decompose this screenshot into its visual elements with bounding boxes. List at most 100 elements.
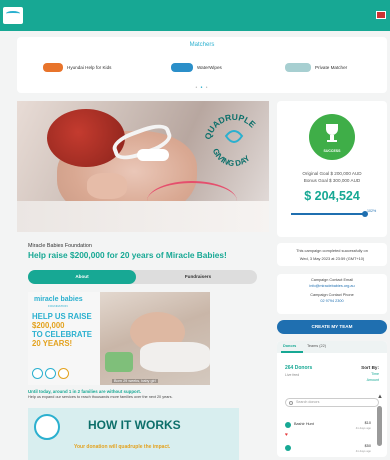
campaign-ended-card: This campaign completed successfully on …	[277, 243, 387, 266]
photo-caption: Born 29 weeks, baby girl	[112, 379, 158, 383]
donor-avatar	[285, 445, 291, 451]
badge-top-text: QUADRUPLE	[202, 112, 257, 141]
heart-icon: ♥	[285, 432, 288, 438]
carousel-dots[interactable]: • • •	[17, 85, 387, 91]
donor-row[interactable]: $50 41 days ago	[285, 444, 379, 454]
sort-time[interactable]: Time	[371, 372, 379, 376]
bonus-goal: Bonus Goal $ 300,000 AUD	[303, 178, 361, 183]
donor-tabs: Donors Teams (22)	[277, 341, 387, 353]
promo-badges	[32, 368, 69, 379]
campaign-title: Help raise $200,000 for 20 years of Mira…	[28, 250, 227, 260]
sponsor-name: Private Matcher	[315, 65, 348, 70]
contact-phone-label: Campaign Contact Phone	[310, 293, 354, 297]
donor-amount: $50	[364, 444, 371, 448]
how-it-works-subtitle: Your donation will quadruple the impact.	[74, 444, 171, 450]
how-it-works-title: HOW IT WORKS	[88, 418, 181, 432]
how-it-works-banner: HOW IT WORKS Your donation will quadrupl…	[28, 408, 239, 460]
story-line: Help us expand our services to reach tho…	[28, 395, 173, 399]
success-label: SUCCESS	[323, 149, 341, 153]
original-goal: Original Goal $ 200,000 AUD	[302, 171, 362, 176]
heart-logo-icon	[34, 414, 60, 440]
sponsor-name: WaterWipes	[197, 65, 222, 70]
tab-teams[interactable]: Teams (22)	[307, 344, 326, 348]
site-logo[interactable]	[3, 7, 23, 24]
donors-panel: Donors Teams (22) 264 Donors Live feed S…	[277, 341, 387, 457]
miracle-babies-logo: miracle babies	[34, 296, 83, 303]
scroll-up-icon[interactable]: ▲	[377, 394, 383, 400]
story-stat: Until today, around 1 in 2 families are …	[28, 389, 142, 394]
promo-headline: HELP US RAISE $200,000 TO CELEBRATE 20 Y…	[32, 312, 102, 348]
live-feed-label: Live feed	[285, 373, 300, 377]
promo-line: HELP US RAISE	[32, 312, 92, 321]
donor-search-input[interactable]: Search donors	[285, 398, 379, 407]
photo-object	[105, 352, 133, 372]
contact-card: Campaign Contact Email info@miraclebabie…	[277, 274, 387, 314]
progress-percent: 102%	[367, 209, 377, 213]
ended-line-2: Wed, 3 May 2023 at 23:59 (GMT+10)	[299, 256, 365, 261]
quadruple-giving-day-badge: QUADRUPLE GIVING DAY	[200, 104, 268, 172]
create-team-button[interactable]: CREATE MY TEAM	[277, 320, 387, 334]
campaign-tabs: About Fundraisers	[28, 270, 257, 284]
sponsor-name: Hyundai Help for Kids	[67, 65, 112, 70]
matchers-panel: Matchers Hyundai Help for Kids WaterWipe…	[17, 37, 387, 93]
amount-raised: $ 204,524	[304, 189, 360, 203]
sponsor-waterwipes[interactable]: WaterWipes	[171, 63, 222, 72]
promo-text-panel: miracle babies FOUNDATION HELP US RAISE …	[28, 292, 100, 385]
logo-mark-icon	[6, 11, 20, 16]
hero-hand	[87, 173, 127, 199]
contact-email[interactable]: info@miraclebabies.org.au	[277, 284, 387, 288]
waterwipes-logo-icon	[171, 63, 193, 72]
contact-email-label: Campaign Contact Email	[311, 278, 353, 282]
donor-time: 41 days ago	[355, 449, 371, 453]
trophy-icon	[326, 124, 338, 135]
private-matcher-logo-icon	[285, 63, 311, 72]
active-tab-underline	[281, 351, 303, 353]
badge-icon	[32, 368, 43, 379]
badge-icon	[45, 368, 56, 379]
photo-blanket	[140, 342, 210, 372]
donor-avatar	[285, 422, 291, 428]
donor-name: Bashir Hunt	[294, 422, 314, 426]
uk-flag-icon[interactable]	[376, 11, 386, 19]
tab-fundraisers[interactable]: Fundraisers	[168, 270, 228, 284]
hyundai-logo-icon	[43, 63, 63, 72]
svg-text:GIVING DAY: GIVING DAY	[211, 147, 252, 168]
donor-scrollbar[interactable]: ▲	[376, 394, 383, 457]
badge-arc: QUADRUPLE GIVING DAY	[202, 112, 257, 168]
contact-phone[interactable]: 02 9794 2300	[277, 299, 387, 303]
sort-by-label: Sort By:	[361, 365, 379, 370]
sponsor-private-matcher[interactable]: Private Matcher	[285, 63, 347, 72]
top-nav-bar	[0, 0, 390, 31]
trophy-base	[327, 140, 337, 142]
heart-logo-icon	[224, 130, 244, 143]
matchers-title: Matchers	[189, 42, 215, 48]
sponsor-hyundai[interactable]: Hyundai Help for Kids	[43, 63, 111, 72]
promo-photo: Born 29 weeks, baby girl	[100, 292, 210, 385]
goal-card: SUCCESS Original Goal $ 200,000 AUD Bonu…	[277, 101, 387, 237]
tab-donors[interactable]: Donors	[283, 344, 296, 348]
promo-line: $200,000	[32, 321, 65, 330]
donor-row[interactable]: Bashir Hunt $10 41 days ago	[285, 421, 379, 431]
organisation-name[interactable]: Miracle Babies Foundation	[28, 243, 92, 249]
success-badge: SUCCESS	[309, 114, 355, 160]
donor-amount: $10	[364, 421, 371, 425]
promo-line: 20 YEARS!	[32, 339, 73, 348]
badge-bottom-text: GIVING DAY	[211, 147, 252, 168]
donor-time: 41 days ago	[355, 426, 371, 430]
progress-bar	[291, 211, 368, 217]
search-placeholder: Search donors	[296, 400, 320, 404]
sort-amount[interactable]: Amount	[367, 378, 379, 382]
svg-text:QUADRUPLE: QUADRUPLE	[202, 112, 257, 141]
hero-blanket	[17, 201, 269, 232]
campaign-promo-image: miracle babies FOUNDATION HELP US RAISE …	[28, 292, 210, 385]
search-icon	[289, 401, 293, 405]
hero-hat	[47, 109, 125, 167]
ended-line-1: This campaign completed successfully on	[296, 248, 368, 253]
miracle-babies-logo-sub: FOUNDATION	[48, 304, 68, 308]
tab-about[interactable]: About	[28, 270, 136, 284]
scroll-thumb[interactable]	[377, 406, 382, 446]
progress-fill	[291, 213, 365, 215]
badge-icon	[58, 368, 69, 379]
donor-count: 264 Donors	[285, 365, 313, 371]
hero-tube-tape	[137, 149, 169, 161]
